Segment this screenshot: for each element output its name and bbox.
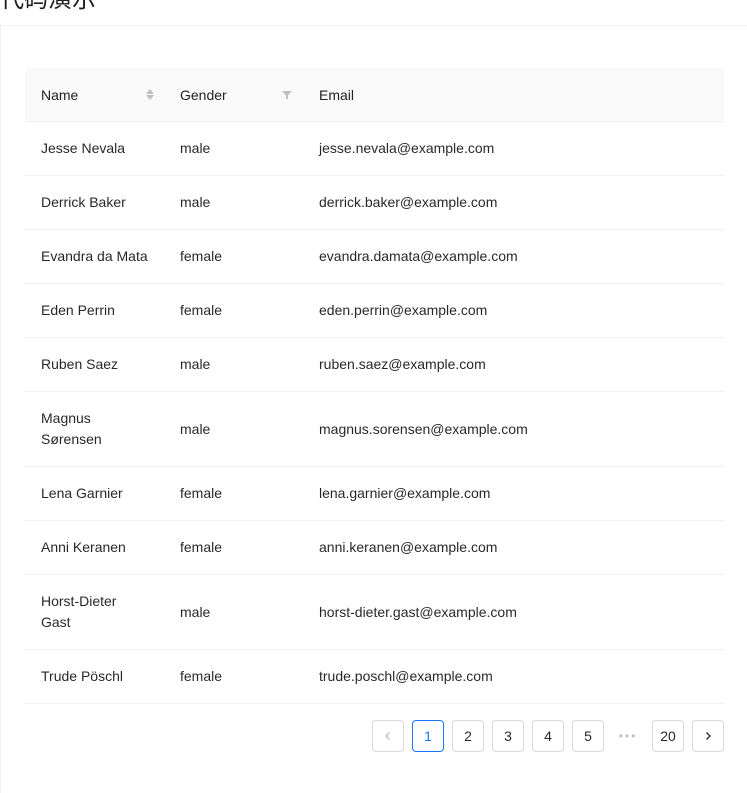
page-button-2[interactable]: 2 [452,720,484,752]
sort-icon[interactable] [146,89,154,100]
table-row: Horst-Dieter Gast male horst-dieter.gast@e… [25,575,724,650]
column-header-email: Email [303,68,724,121]
users-table: Name Gender Email Jesse Nevala male jesse.… [25,68,724,704]
prev-page-button[interactable] [372,720,404,752]
page-button-5[interactable]: 5 [572,720,604,752]
cell-name: Lena Garnier [41,485,123,501]
cell-email: horst-dieter.gast@example.com [319,603,517,620]
cell-name: Trude Pöschl [41,668,123,684]
chevron-left-icon [385,732,390,740]
column-header-name[interactable]: Name [25,68,164,121]
next-page-button[interactable] [692,720,724,752]
pagination: 1 2 3 4 5 ••• 20 [372,720,724,752]
table-header: Name Gender Email [25,68,724,122]
page-button-1[interactable]: 1 [412,720,444,752]
table-row: Trude Pöschl female trude.poschl@example.c… [25,650,724,704]
cell-email: evandra.damata@example.com [319,248,518,264]
sort-descending-icon [146,95,154,100]
cell-email: trude.poschl@example.com [319,668,493,684]
cell-gender: male [180,356,211,372]
cell-name: Eden Perrin [41,302,115,318]
table-row: Evandra da Mata female evandra.damata@exam… [25,230,724,284]
cell-name: Ruben Saez [41,356,119,372]
table-row: Eden Perrin female eden.perrin@example.com [25,284,724,338]
cell-email: derrick.baker@example.com [319,194,498,210]
page-button-4[interactable]: 4 [532,720,564,752]
chevron-right-icon [706,732,711,740]
cell-gender: male [180,140,211,156]
table-card: Name Gender Email Jesse Nevala male jesse.… [0,26,747,793]
cell-email: lena.garnier@example.com [319,485,491,501]
table-row: Jesse Nevala male jesse.nevala@example.com [25,122,724,176]
cell-gender: female [180,248,223,264]
cell-email: anni.keranen@example.com [319,539,498,555]
cell-gender: female [180,668,223,684]
jump-next-ellipsis[interactable]: ••• [612,720,644,752]
column-header-gender[interactable]: Gender [164,68,303,121]
cell-email: ruben.saez@example.com [319,356,486,372]
filter-icon[interactable] [281,89,293,101]
table-row: Derrick Baker male derrick.baker@example.c… [25,176,724,230]
cell-gender: male [180,420,211,437]
cell-name: Magnus Sørensen [41,410,102,447]
cell-gender: female [180,485,223,501]
page-title: 代码演示 [0,0,96,14]
cell-name: Evandra da Mata [41,248,148,264]
sort-ascending-icon [146,89,154,94]
cell-email: magnus.sorensen@example.com [319,420,528,437]
column-header-label: Name [41,86,79,103]
column-header-label: Email [319,86,355,103]
cell-gender: male [180,603,211,620]
cell-name: Anni Keranen [41,539,126,555]
cell-name: Horst-Dieter Gast [41,593,117,630]
cell-gender: female [180,302,223,318]
cell-name: Derrick Baker [41,194,126,210]
column-header-label: Gender [180,86,227,103]
table-row: Lena Garnier female lena.garnier@example.c… [25,467,724,521]
table-row: Anni Keranen female anni.keranen@example.c… [25,521,724,575]
cell-gender: male [180,194,211,210]
table-row: Magnus Sørensen male magnus.sorensen@examp… [25,392,724,467]
cell-name: Jesse Nevala [41,140,126,156]
table-row: Ruben Saez male ruben.saez@example.com [25,338,724,392]
table-body: Jesse Nevala male jesse.nevala@example.com… [25,122,724,704]
cell-email: eden.perrin@example.com [319,302,488,318]
page-header: 代码演示 [0,0,747,26]
page-button-last[interactable]: 20 [652,720,684,752]
cell-gender: female [180,539,223,555]
page-button-3[interactable]: 3 [492,720,524,752]
cell-email: jesse.nevala@example.com [319,140,495,156]
